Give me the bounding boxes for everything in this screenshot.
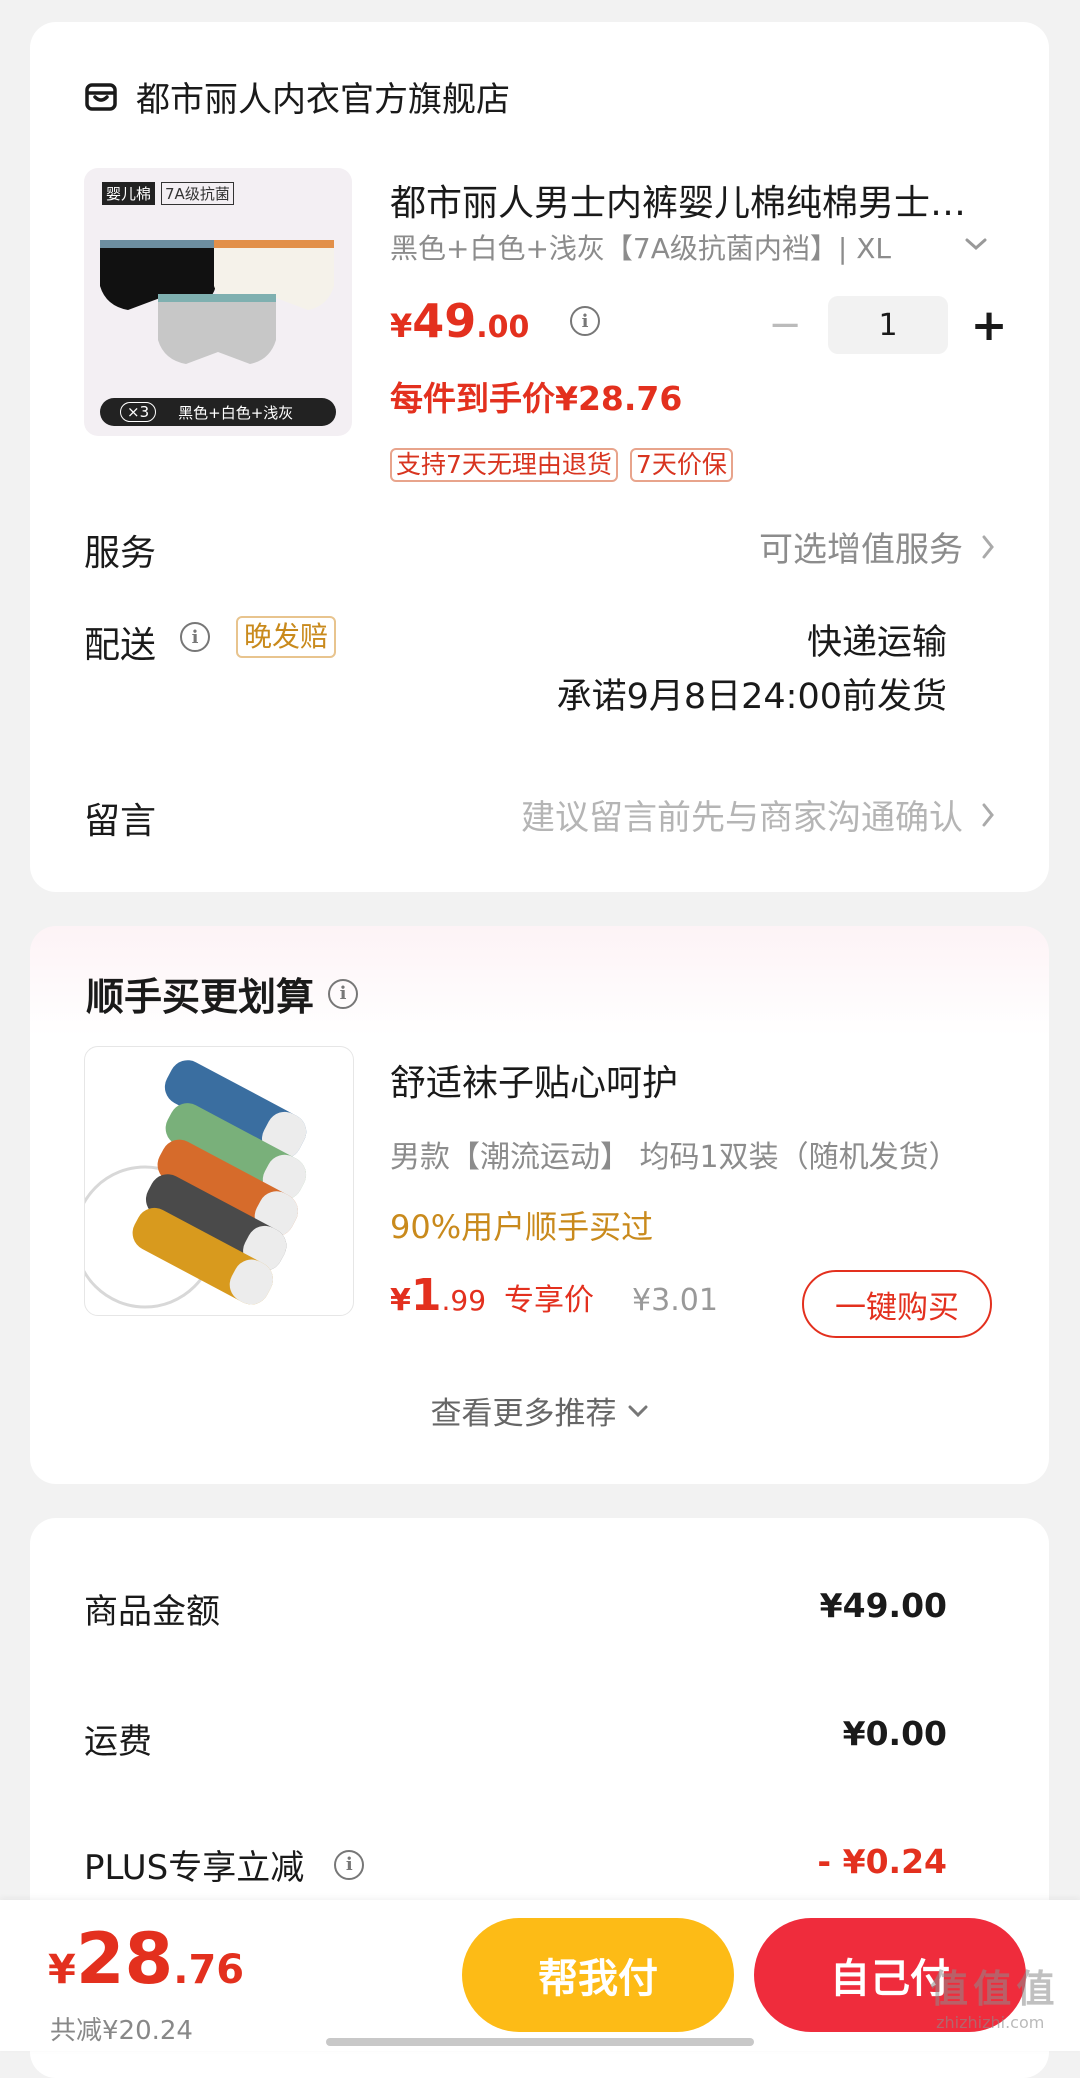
socks-image[interactable] [84, 1046, 354, 1316]
delivery-promise: 承诺9月8日24:00前发货 [556, 677, 947, 717]
total-integer: 28 [75, 1918, 174, 2000]
recommend-title: 顺手买更划算 i [86, 966, 359, 1021]
chevron-right-icon [982, 803, 994, 826]
socks-illustration [85, 1060, 307, 1309]
watermark: 值 值 值 zhizhizhi.com [930, 1958, 1054, 2032]
home-indicator [326, 2038, 754, 2046]
order-card: 都市丽人内衣官方旗舰店 婴儿棉 7A级抗菌 ×3 黑色+白色+浅灰 都市丽人男士… [30, 22, 1049, 892]
info-icon[interactable]: i [570, 306, 600, 336]
price-integer: 49 [412, 294, 477, 348]
chevron-down-icon [628, 1405, 647, 1417]
summary-goods-value: ¥49.00 [819, 1586, 947, 1625]
store-icon [85, 82, 117, 111]
message-row[interactable]: 建议留言前先与商家沟通确认 [521, 790, 995, 839]
recommend-price: ¥1.99 专享价 ¥3.01 [390, 1270, 718, 1321]
social-proof: 90%用户顺手买过 [390, 1208, 654, 1246]
product-price: ¥49.00 [390, 294, 529, 348]
service-tags: 支持7天无理由退货 7天价保 [390, 448, 733, 482]
total-saved: 共减¥20.24 [50, 2010, 193, 2047]
info-icon[interactable]: i [334, 1849, 365, 1880]
price-symbol: ¥ [390, 1283, 411, 1318]
see-more-label: 查看更多推荐 [430, 1396, 617, 1432]
quantity-stepper: − 1 + [760, 296, 1014, 354]
price-protect-tag: 7天价保 [629, 448, 733, 482]
summary-plus-label: PLUS专享立减 i [84, 1840, 365, 1889]
product-variant[interactable]: 黑色+白色+浅灰【7A级抗菌内裆】| XL [390, 227, 910, 267]
service-label: 服务 [84, 533, 157, 574]
exclusive-price-label: 专享价 [504, 1283, 595, 1318]
message-label: 留言 [84, 801, 157, 842]
total-decimal: .76 [173, 1947, 245, 1993]
summary-shipping-value: ¥0.00 [842, 1714, 947, 1753]
store-header[interactable]: 都市丽人内衣官方旗舰店 [84, 72, 510, 121]
watermark-logo: 值 值 值 [930, 1967, 1054, 2011]
summary-goods-label: 商品金额 [84, 1592, 220, 1632]
summary-shipping-label: 运费 [84, 1722, 152, 1762]
price-integer: 1 [410, 1270, 442, 1321]
recommend-card: 顺手买更划算 i 舒适袜子贴心呵护 男款【潮流运动】 均码1双装（随机发货） 9… [30, 926, 1049, 1484]
price-symbol: ¥ [390, 307, 413, 345]
service-value: 可选增值服务 [759, 530, 963, 570]
thumb-tag-cotton: 婴儿棉 [102, 182, 156, 205]
one-click-buy-button[interactable]: 一键购买 [802, 1270, 992, 1338]
minus-icon[interactable]: − [760, 302, 810, 348]
message-placeholder: 建议留言前先与商家沟通确认 [521, 798, 963, 838]
thumb-count: ×3 [120, 402, 157, 422]
thumb-colors: 黑色+白色+浅灰 [178, 403, 294, 422]
recommend-item-title[interactable]: 舒适袜子贴心呵护 [390, 1054, 678, 1106]
plus-icon[interactable]: + [964, 300, 1014, 351]
original-price: ¥3.01 [632, 1283, 718, 1318]
price-decimal: .99 [441, 1284, 487, 1317]
recommend-item-variant: 男款【潮流运动】 均码1双装（随机发货） [390, 1140, 959, 1175]
service-row[interactable]: 可选增值服务 [759, 522, 995, 571]
watermark-url: zhizhizhi.com [936, 2013, 1045, 2032]
recommend-title-text: 顺手买更划算 [86, 975, 315, 1019]
quantity-input[interactable]: 1 [828, 296, 948, 354]
per-item-price: 每件到手价¥28.76 [390, 379, 683, 418]
info-icon[interactable]: i [328, 978, 359, 1009]
info-icon[interactable]: i [180, 622, 210, 652]
total-price: ¥28.76 [48, 1918, 244, 2000]
chevron-right-icon [982, 535, 994, 558]
saved-amount: 共减¥20.24 [50, 2016, 193, 2046]
summary-plus-value: - ¥0.24 [817, 1842, 947, 1881]
product-image[interactable]: 婴儿棉 7A级抗菌 ×3 黑色+白色+浅灰 [84, 168, 352, 436]
product-title[interactable]: 都市丽人男士内裤婴儿棉纯棉男士内裤 [390, 174, 970, 226]
chevron-down-icon[interactable] [964, 236, 988, 252]
return-policy-tag: 支持7天无理由退货 [390, 448, 618, 482]
store-name: 都市丽人内衣官方旗舰店 [136, 80, 510, 120]
help-pay-button[interactable]: 帮我付 [462, 1918, 734, 2032]
delivery-label: 配送 [84, 625, 157, 666]
price-decimal: .00 [476, 310, 530, 345]
plus-discount-label: PLUS专享立减 [84, 1848, 305, 1888]
underwear-illustration [100, 240, 334, 364]
delivery-method: 快递运输 [806, 623, 947, 663]
late-compensation-badge: 晚发赔 [236, 616, 337, 658]
thumb-tag-antibacterial: 7A级抗菌 [161, 182, 234, 205]
total-symbol: ¥ [48, 1947, 76, 1993]
see-more-recommend[interactable]: 查看更多推荐 [30, 1388, 1049, 1433]
bottom-bar: ¥28.76 共减¥20.24 帮我付 自己付 值 值 值 zhizhizhi.… [0, 1900, 1080, 2051]
